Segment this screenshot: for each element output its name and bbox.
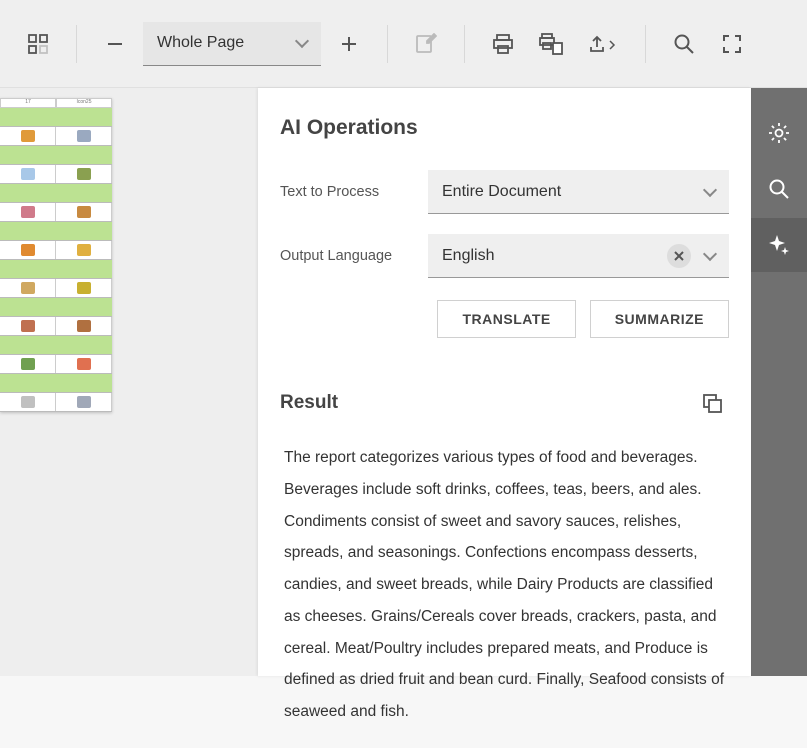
search-rail-button[interactable] bbox=[751, 162, 807, 216]
ai-operations-panel: AI Operations Text to Process Entire Doc… bbox=[258, 88, 751, 676]
zoom-select[interactable]: Whole Page bbox=[143, 22, 321, 66]
print-button[interactable] bbox=[483, 24, 523, 64]
print-page-button[interactable] bbox=[531, 24, 571, 64]
settings-rail-button[interactable] bbox=[751, 106, 807, 160]
chevron-down-icon bbox=[703, 182, 717, 196]
print-page-icon bbox=[539, 33, 563, 55]
text-to-process-row: Text to Process Entire Document bbox=[258, 160, 751, 224]
output-language-select[interactable]: English bbox=[428, 234, 729, 278]
toolbar-divider bbox=[76, 25, 77, 63]
result-text: The report categorizes various types of … bbox=[258, 438, 751, 748]
export-icon bbox=[588, 33, 618, 55]
thumbnails-button[interactable] bbox=[18, 24, 58, 64]
zoom-select-label: Whole Page bbox=[157, 34, 244, 52]
sparkle-icon bbox=[767, 233, 791, 257]
toolbar-divider bbox=[464, 25, 465, 63]
chevron-down-icon bbox=[295, 34, 309, 48]
copy-result-button[interactable] bbox=[695, 386, 729, 420]
thumb-header-cell: Icon25 bbox=[56, 98, 112, 108]
main: 17 Icon25 AI Operations Text to Process … bbox=[0, 88, 807, 676]
text-to-process-value: Entire Document bbox=[442, 183, 561, 201]
text-to-process-label: Text to Process bbox=[280, 184, 410, 200]
print-icon bbox=[492, 33, 514, 55]
plus-icon bbox=[339, 34, 359, 54]
toolbar-divider bbox=[387, 25, 388, 63]
close-icon bbox=[673, 250, 685, 262]
edit-button[interactable] bbox=[406, 24, 446, 64]
result-title: Result bbox=[280, 392, 338, 414]
summarize-button[interactable]: SUMMARIZE bbox=[590, 300, 729, 338]
clear-language-button[interactable] bbox=[667, 244, 691, 268]
panel-title: AI Operations bbox=[258, 116, 751, 160]
copy-icon bbox=[701, 392, 723, 414]
edit-icon bbox=[415, 33, 437, 55]
output-language-label: Output Language bbox=[280, 248, 410, 264]
text-to-process-select[interactable]: Entire Document bbox=[428, 170, 729, 214]
search-icon bbox=[767, 177, 791, 201]
fullscreen-icon bbox=[721, 33, 743, 55]
right-rail bbox=[751, 88, 807, 676]
minus-icon bbox=[105, 34, 125, 54]
zoom-out-button[interactable] bbox=[95, 24, 135, 64]
thumb-header-cell: 17 bbox=[0, 98, 56, 108]
search-button[interactable] bbox=[664, 24, 704, 64]
document-preview[interactable]: 17 Icon25 bbox=[0, 88, 258, 676]
translate-button[interactable]: TRANSLATE bbox=[437, 300, 575, 338]
zoom-in-button[interactable] bbox=[329, 24, 369, 64]
toolbar-divider bbox=[645, 25, 646, 63]
toolbar: Whole Page bbox=[0, 0, 807, 88]
output-language-row: Output Language English bbox=[258, 224, 751, 288]
export-button[interactable] bbox=[579, 24, 627, 64]
search-icon bbox=[673, 33, 695, 55]
action-buttons: TRANSLATE SUMMARIZE bbox=[258, 288, 751, 362]
result-header: Result bbox=[258, 362, 751, 438]
gear-icon bbox=[767, 121, 791, 145]
ai-rail-button[interactable] bbox=[751, 218, 807, 272]
fullscreen-button[interactable] bbox=[712, 24, 752, 64]
thumbnails-icon bbox=[27, 33, 49, 55]
chevron-down-icon bbox=[703, 246, 717, 260]
output-language-value: English bbox=[442, 247, 494, 265]
document-page-thumbnail: 17 Icon25 bbox=[0, 98, 112, 412]
